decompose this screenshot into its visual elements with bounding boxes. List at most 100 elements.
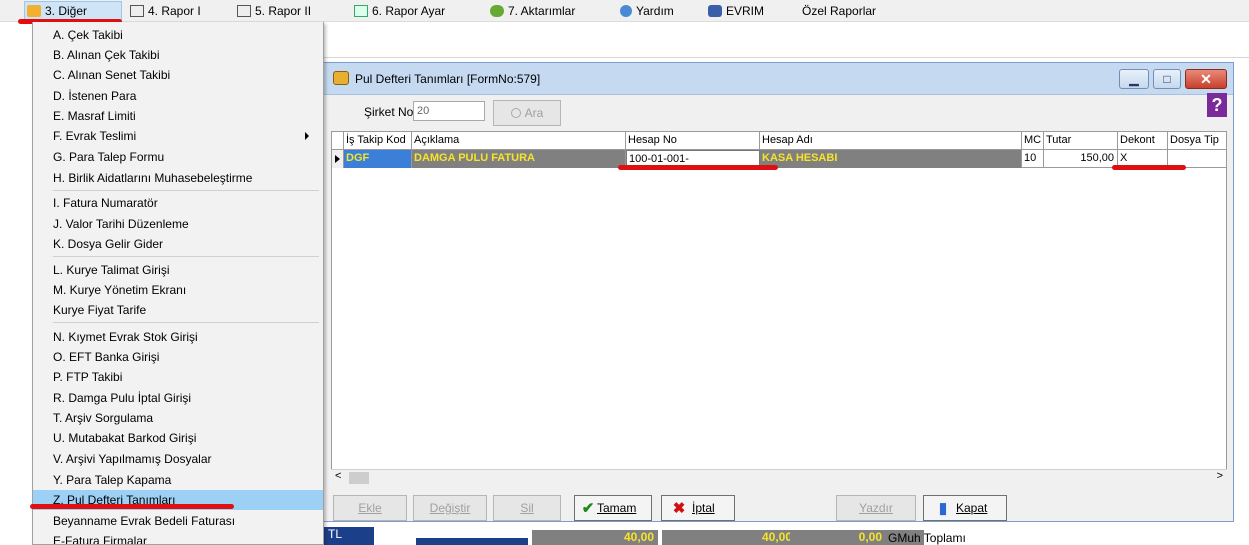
menu-yardim[interactable]: Yardım — [618, 0, 674, 22]
printer-icon — [237, 5, 251, 17]
menu-item-ftp-takibi[interactable]: P. FTP Takibi — [33, 367, 323, 387]
menu-item-arsivi-yapilmamis[interactable]: V. Arşivi Yapılmamış Dosyalar — [33, 449, 323, 469]
maximize-button[interactable]: □ — [1153, 69, 1181, 89]
menu-item-birlik-aidatlari[interactable]: H. Birlik Aidatlarını Muhasebeleştirme — [33, 168, 323, 188]
cancel-x-icon: ✖ — [672, 500, 686, 517]
menu-diger[interactable]: 3. Diğer — [24, 1, 122, 21]
menu-evrim[interactable]: EVRIM — [706, 0, 764, 22]
dialog-titlebar[interactable]: Pul Defteri Tanımları [FormNo:579] ▁ □ ✕ — [323, 63, 1233, 95]
ara-label: Ara — [524, 106, 544, 120]
menu-item-valor-tarihi[interactable]: J. Valor Tarihi Düzenleme — [33, 214, 323, 234]
currency-badge: TL — [324, 527, 374, 545]
menu-item-alinan-cek-takibi[interactable]: B. Alınan Çek Takibi — [33, 45, 323, 65]
menu-rapor-2-label: 5. Rapor II — [255, 4, 312, 18]
menu-item-kurye-talimat[interactable]: L. Kurye Talimat Girişi — [33, 260, 323, 280]
menu-item-eft-banka[interactable]: O. EFT Banka Girişi — [33, 347, 323, 367]
checkmark-icon: ✔ — [581, 500, 595, 517]
menu-evrim-label: EVRIM — [726, 4, 765, 18]
row-indicator-icon — [332, 150, 344, 168]
cell-tutar[interactable]: 150,00 — [1044, 150, 1118, 168]
printer-icon — [130, 5, 144, 17]
menu-item-kiymet-evrak[interactable]: N. Kıymet Evrak Stok Girişi — [33, 327, 323, 347]
exit-door-icon: ▮ — [938, 500, 948, 517]
sirket-no-field[interactable]: 20 — [413, 101, 485, 121]
background-app-area — [322, 22, 1249, 58]
menu-ozel-raporlar[interactable]: Özel Raporlar — [800, 0, 876, 22]
transfer-icon — [490, 5, 504, 17]
app-icon — [333, 71, 349, 85]
menu-item-e-fatura-firmalar[interactable]: E-Fatura Firmalar — [33, 531, 323, 544]
menu-rapor-1-label: 4. Rapor I — [148, 4, 201, 18]
menu-item-evrak-teslimi[interactable]: F. Evrak Teslimi — [33, 126, 323, 146]
menu-item-mutabakat-barkod[interactable]: U. Mutabakat Barkod Girişi — [33, 428, 323, 448]
sil-button[interactable]: Sil — [493, 495, 561, 521]
menu-item-istenen-para[interactable]: D. İstenen Para — [33, 86, 323, 106]
yazdir-button[interactable]: Yazdır — [836, 495, 916, 521]
menu-item-dosya-gelir-gider[interactable]: K. Dosya Gelir Gider — [33, 234, 323, 254]
menu-item-masraf-limiti[interactable]: E. Masraf Limiti — [33, 106, 323, 126]
iptal-button[interactable]: ✖ İptal — [661, 495, 735, 521]
menu-bar: 3. Diğer 4. Rapor I 5. Rapor II 6. Rapor… — [0, 0, 1249, 22]
menu-separator — [53, 190, 319, 191]
horizontal-scrollbar[interactable]: < > — [331, 469, 1227, 485]
evrim-logo-icon — [708, 5, 722, 17]
menu-rapor-2[interactable]: 5. Rapor II — [235, 0, 311, 22]
dialog-title: Pul Defteri Tanımları [FormNo:579] — [355, 72, 541, 86]
folder-gear-icon — [27, 5, 41, 17]
annotation-underline-menu-item — [30, 504, 234, 509]
tamam-button[interactable]: ✔ Tamam — [574, 495, 652, 521]
menu-item-arsiv-sorgulama[interactable]: T. Arşiv Sorgulama — [33, 408, 323, 428]
menu-rapor-ayar-label: 6. Rapor Ayar — [372, 4, 446, 18]
menu-rapor-1[interactable]: 4. Rapor I — [128, 0, 201, 22]
kapat-button[interactable]: ▮ Kapat — [923, 495, 1007, 521]
search-icon — [510, 108, 521, 118]
total-box-1: 40,00 — [532, 530, 658, 545]
menu-item-para-talep-formu[interactable]: G. Para Talep Formu — [33, 147, 323, 167]
col-header-is-takip-kod[interactable]: İş Takip Kod — [344, 132, 412, 150]
col-header-dosya-tip[interactable]: Dosya Tip — [1168, 132, 1226, 150]
menu-diger-label: 3. Diğer — [45, 4, 88, 18]
menu-item-evrak-teslimi-label: F. Evrak Teslimi — [53, 129, 137, 143]
scroll-right-icon[interactable]: > — [1217, 470, 1223, 482]
col-header-hesap-adi[interactable]: Hesap Adı — [760, 132, 1022, 150]
menu-item-alinan-senet-takibi[interactable]: C. Alınan Senet Takibi — [33, 65, 323, 85]
cell-hesap-adi[interactable]: KASA HESABI — [760, 150, 1022, 168]
menu-item-kurye-yonetim[interactable]: M. Kurye Yönetim Ekranı — [33, 280, 323, 300]
minimize-button[interactable]: ▁ — [1119, 69, 1149, 89]
cell-mc[interactable]: 10 — [1022, 150, 1044, 168]
menu-separator — [53, 322, 319, 323]
total-box-3: 0,00 — [790, 530, 886, 545]
menu-item-beyanname-evrak[interactable]: Beyanname Evrak Bedeli Faturası — [33, 511, 323, 531]
menu-aktarimlar[interactable]: 7. Aktarımlar — [488, 0, 575, 22]
col-header-mc[interactable]: MC — [1022, 132, 1044, 150]
annotation-underline-hesap-no — [618, 165, 778, 170]
col-header-aciklama[interactable]: Açıklama — [412, 132, 626, 150]
background-panel — [416, 538, 528, 545]
cell-aciklama[interactable]: DAMGA PULU FATURA — [412, 150, 626, 168]
gmuh-toplami-label: GMuh Toplamı — [888, 531, 966, 545]
col-header-dekont[interactable]: Dekont — [1118, 132, 1168, 150]
menu-separator — [53, 256, 319, 257]
menu-item-cek-takibi[interactable]: A. Çek Takibi — [33, 25, 323, 45]
maximize-icon: □ — [1163, 72, 1171, 86]
ekle-button[interactable]: Ekle — [333, 495, 407, 521]
menu-item-fatura-numarator[interactable]: I. Fatura Numaratör — [33, 193, 323, 213]
menu-rapor-ayar[interactable]: 6. Rapor Ayar — [352, 0, 445, 22]
degistir-button[interactable]: Değiştir — [413, 495, 487, 521]
iptal-label: İptal — [692, 501, 715, 515]
menu-item-damga-pulu-iptal[interactable]: R. Damga Pulu İptal Girişi — [33, 388, 323, 408]
col-header-tutar[interactable]: Tutar — [1044, 132, 1118, 150]
close-button[interactable]: ✕ — [1185, 69, 1227, 89]
ara-button[interactable]: Ara — [493, 100, 561, 126]
help-icon — [620, 5, 632, 17]
scroll-left-icon[interactable]: < — [335, 470, 341, 482]
col-header-hesap-no[interactable]: Hesap No — [626, 132, 760, 150]
cell-is-takip-kod[interactable]: DGF — [344, 150, 412, 168]
help-button[interactable]: ? — [1207, 93, 1227, 117]
report-settings-icon — [354, 5, 368, 17]
scroll-thumb[interactable] — [349, 472, 369, 484]
minimize-icon: ▁ — [1129, 72, 1139, 86]
menu-item-kurye-fiyat-tarife[interactable]: Kurye Fiyat Tarife — [33, 300, 323, 320]
menu-item-para-talep-kapama[interactable]: Y. Para Talep Kapama — [33, 470, 323, 490]
menu-ozel-raporlar-label: Özel Raporlar — [802, 4, 877, 18]
